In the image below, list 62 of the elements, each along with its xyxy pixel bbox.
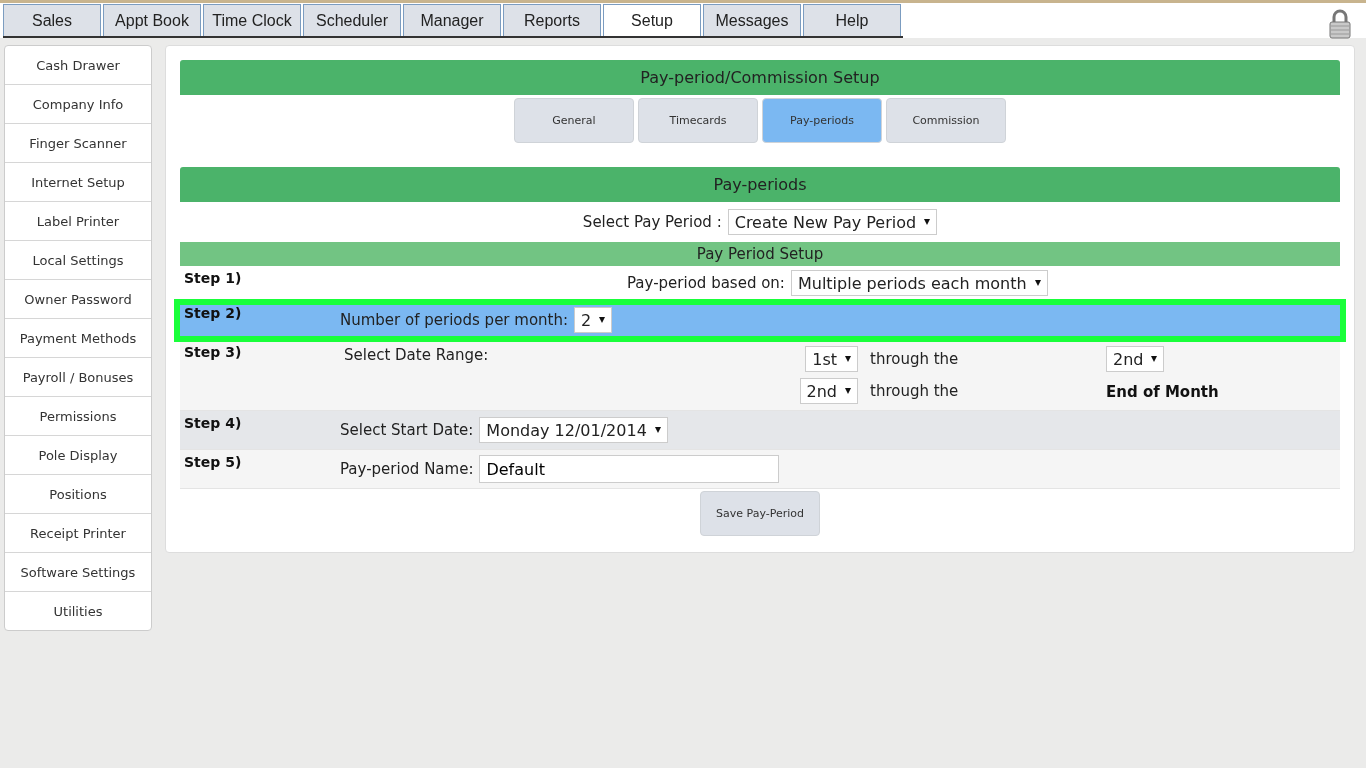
sidebar-item[interactable]: Positions <box>5 475 151 514</box>
sidebar-item[interactable]: Owner Password <box>5 280 151 319</box>
nav-tab[interactable]: Setup <box>603 4 701 36</box>
sidebar-item[interactable]: Pole Display <box>5 436 151 475</box>
field-label: through the <box>870 350 960 368</box>
caret-icon <box>1034 280 1041 286</box>
caret-icon <box>845 388 851 394</box>
step-label: Step 2) <box>183 304 243 323</box>
field-label: through the <box>870 382 960 400</box>
step-label: Step 5) <box>183 453 243 472</box>
save-button[interactable]: Save Pay-Period <box>700 491 820 536</box>
step-label: Step 4) <box>183 414 243 433</box>
field-label: Select Start Date: <box>340 421 474 439</box>
sidebar-item[interactable]: Company Info <box>5 85 151 124</box>
sidebar-item[interactable]: Internet Setup <box>5 163 151 202</box>
step-label: Step 1) <box>183 269 243 288</box>
sidebar-item[interactable]: Permissions <box>5 397 151 436</box>
caret-icon <box>1151 356 1158 362</box>
sidebar-item[interactable]: Local Settings <box>5 241 151 280</box>
caret-icon <box>924 219 931 225</box>
dropdown[interactable]: Multiple periods each month <box>790 270 1048 296</box>
section-header: Pay-periods <box>180 167 1340 202</box>
field-label: Pay-period Name: <box>340 460 474 478</box>
nav-tab[interactable]: Time Clock <box>203 4 301 36</box>
sidebar-item[interactable]: Finger Scanner <box>5 124 151 163</box>
dropdown[interactable]: Monday 12/01/2014 <box>479 417 668 443</box>
nav-tab[interactable]: Manager <box>403 4 501 36</box>
sidebar-item[interactable]: Payment Methods <box>5 319 151 358</box>
step-label: Step 3) <box>183 343 243 362</box>
sidebar-item[interactable]: Cash Drawer <box>5 46 151 85</box>
dropdown[interactable]: 2nd <box>1106 346 1165 372</box>
field-value: End of Month <box>1106 382 1219 401</box>
nav-tab[interactable]: Reports <box>503 4 601 36</box>
section-header: Pay Period Setup <box>180 242 1340 266</box>
nav-tab[interactable]: Messages <box>703 4 801 36</box>
sidebar-item[interactable]: Payroll / Bonuses <box>5 358 151 397</box>
sidebar-item[interactable]: Software Settings <box>5 553 151 592</box>
dropdown[interactable]: Create New Pay Period <box>727 209 938 235</box>
panel-header: Pay-period/Commission Setup <box>180 60 1340 95</box>
text-field[interactable]: Default <box>479 455 780 483</box>
nav-tab[interactable]: Scheduler <box>303 4 401 36</box>
field-label: Select Date Range: <box>343 346 490 364</box>
field-label: Pay-period based on: <box>627 274 785 292</box>
sub-tab[interactable]: Commission <box>886 98 1006 143</box>
dropdown[interactable]: 2 <box>574 307 613 333</box>
field-label: Number of periods per month: <box>340 311 569 329</box>
caret-icon <box>654 427 661 433</box>
nav-tab[interactable]: Appt Book <box>103 4 201 36</box>
sidebar-item[interactable]: Label Printer <box>5 202 151 241</box>
nav-tab[interactable]: Sales <box>3 4 101 36</box>
sidebar-item[interactable]: Receipt Printer <box>5 514 151 553</box>
dropdown[interactable]: 1st <box>805 346 858 372</box>
caret-icon <box>845 356 851 362</box>
padlock-icon[interactable] <box>1328 9 1352 39</box>
dropdown[interactable]: 2nd <box>799 378 858 404</box>
sidebar-item[interactable]: Utilities <box>5 592 151 630</box>
sub-tab[interactable]: Timecards <box>638 98 758 143</box>
nav-tab[interactable]: Help <box>803 4 901 36</box>
caret-icon <box>599 317 606 323</box>
sub-tab[interactable]: Pay-periods <box>762 98 882 143</box>
field-label: Select Pay Period : <box>582 213 722 231</box>
sub-tab[interactable]: General <box>514 98 634 143</box>
